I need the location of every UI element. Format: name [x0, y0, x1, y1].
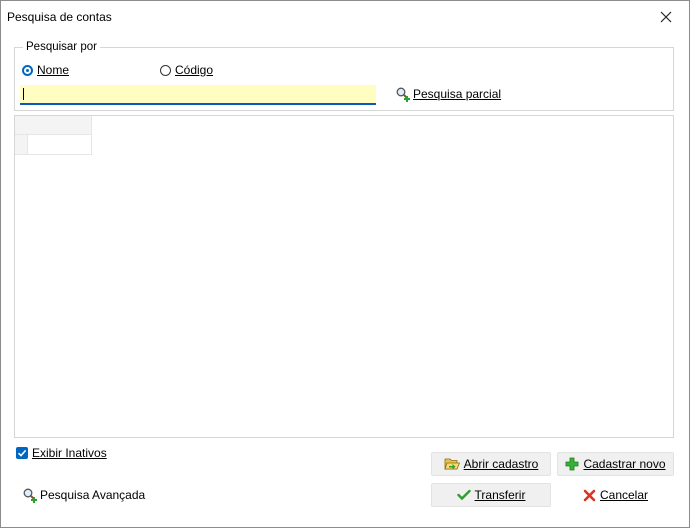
magnifier-plus-icon: [23, 488, 37, 503]
radio-codigo[interactable]: Código: [160, 63, 213, 77]
window-title: Pesquisa de contas: [7, 10, 112, 24]
partial-search-button[interactable]: Pesquisa parcial: [395, 84, 501, 104]
cancel-label: Cancelar: [599, 488, 649, 502]
close-icon: [660, 11, 672, 23]
radio-codigo-label: Código: [175, 63, 214, 77]
show-inactive-checkbox[interactable]: Exibir Inativos: [16, 446, 107, 460]
checkbox-indicator: [16, 447, 28, 459]
open-record-button[interactable]: Abrir cadastro: [431, 452, 551, 476]
check-icon: [17, 449, 27, 457]
search-by-legend: Pesquisar por: [23, 41, 100, 54]
dialog-window: Pesquisa de contas Pesquisar por Nome Có…: [0, 0, 690, 528]
radio-nome[interactable]: Nome: [22, 63, 69, 77]
radio-codigo-indicator: [160, 64, 171, 76]
radio-nome-label: Nome: [37, 63, 70, 77]
register-new-button[interactable]: Cadastrar novo: [557, 452, 674, 476]
transfer-button[interactable]: Transferir: [431, 483, 551, 507]
show-inactive-label: Exibir Inativos: [32, 446, 107, 460]
search-by-group: Pesquisar por Nome Código Pesquisa parci…: [14, 41, 674, 111]
cancel-button[interactable]: Cancelar: [557, 483, 674, 507]
grid-cell[interactable]: [27, 135, 92, 155]
title-bar: Pesquisa de contas: [1, 1, 689, 33]
partial-search-label: Pesquisa parcial: [413, 87, 502, 101]
magnifier-plus-icon: [396, 87, 410, 102]
results-grid[interactable]: [14, 115, 674, 438]
advanced-search-button[interactable]: Pesquisa Avançada: [22, 487, 145, 503]
open-record-label: Abrir cadastro: [463, 457, 539, 471]
checkmark-icon: [456, 489, 471, 501]
plus-icon: [566, 457, 579, 471]
text-caret: [23, 88, 24, 100]
search-input[interactable]: [20, 85, 376, 105]
folder-open-icon: [444, 458, 460, 470]
radio-nome-indicator: [22, 64, 33, 76]
advanced-search-label: Pesquisa Avançada: [40, 488, 146, 502]
register-new-label: Cadastrar novo: [583, 457, 666, 471]
transfer-label: Transferir: [474, 488, 526, 502]
close-button[interactable]: [649, 3, 683, 31]
red-x-icon: [583, 489, 596, 501]
grid-column-header[interactable]: [27, 116, 92, 135]
